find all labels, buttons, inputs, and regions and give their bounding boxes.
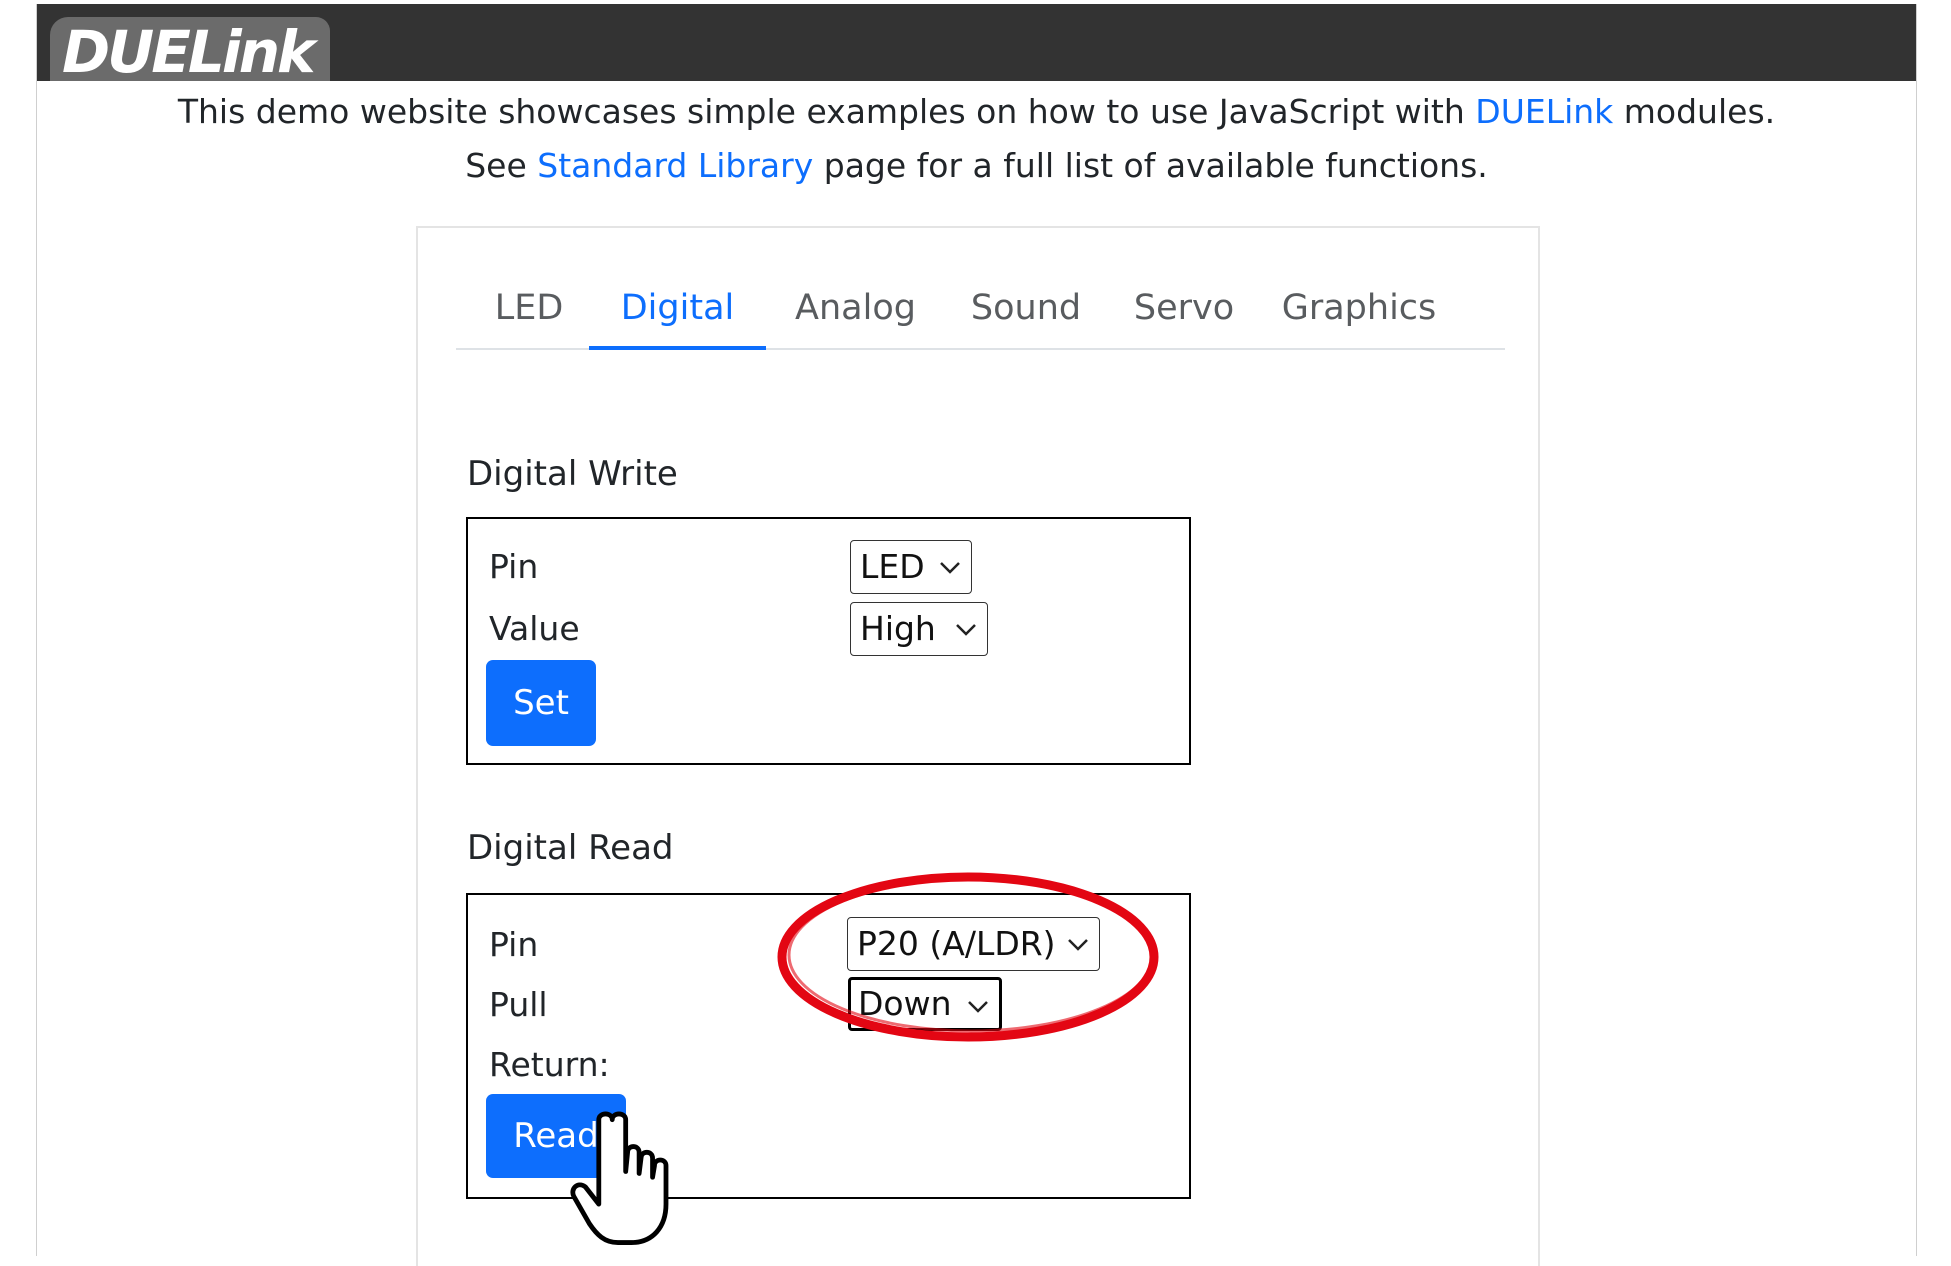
tab-digital[interactable]: Digital [589,268,766,350]
write-pin-select[interactable]: LED [850,540,972,594]
tab-servo[interactable]: Servo [1116,268,1252,348]
read-pin-value: P20 (A/LDR) [857,924,1056,963]
read-pin-label: Pin [489,925,539,964]
tab-led[interactable]: LED [476,268,582,348]
tab-graphics[interactable]: Graphics [1266,268,1452,348]
duelink-link[interactable]: DUELink [1475,92,1613,131]
intro-line-2: See Standard Library page for a full lis… [37,146,1916,185]
digital-write-panel: Pin LED Value High Set [466,517,1191,765]
digital-write-title: Digital Write [467,454,678,494]
write-pin-label: Pin [489,547,539,586]
digital-read-panel: Pin P20 (A/LDR) Pull Down Return: Read [466,893,1191,1199]
intro-text: This demo website showcases simple examp… [177,92,1476,131]
intro-line-1: This demo website showcases simple examp… [37,92,1916,131]
chevron-down-icon [968,1001,988,1013]
tab-bar: LED Digital Analog Sound Servo Graphics [456,268,1505,350]
read-button[interactable]: Read [486,1094,626,1178]
standard-library-link[interactable]: Standard Library [537,146,813,185]
demo-card: LED Digital Analog Sound Servo Graphics … [416,226,1540,1266]
tab-analog[interactable]: Analog [774,268,937,348]
chevron-down-icon [940,562,960,574]
set-button[interactable]: Set [486,660,596,746]
write-value-label: Value [489,609,580,648]
intro-text-2-suffix: page for a full list of available functi… [813,146,1488,185]
chevron-down-icon [956,624,976,636]
read-pull-select[interactable]: Down [848,977,1002,1031]
write-value-value: High [860,609,936,648]
tab-sound[interactable]: Sound [951,268,1101,348]
top-bar: DUELink [37,4,1916,81]
read-return-label: Return: [489,1045,610,1084]
read-pull-value: Down [858,984,952,1023]
intro-text-2: See [465,146,538,185]
write-pin-value: LED [860,547,925,586]
read-pin-select[interactable]: P20 (A/LDR) [847,917,1100,971]
duelink-logo[interactable]: DUELink [50,17,330,81]
digital-read-title: Digital Read [467,828,674,868]
page: DUELink This demo website showcases simp… [36,4,1917,1266]
read-pull-label: Pull [489,985,548,1024]
intro-text-suffix: modules. [1613,92,1776,131]
chevron-down-icon [1068,939,1088,951]
write-value-select[interactable]: High [850,602,988,656]
